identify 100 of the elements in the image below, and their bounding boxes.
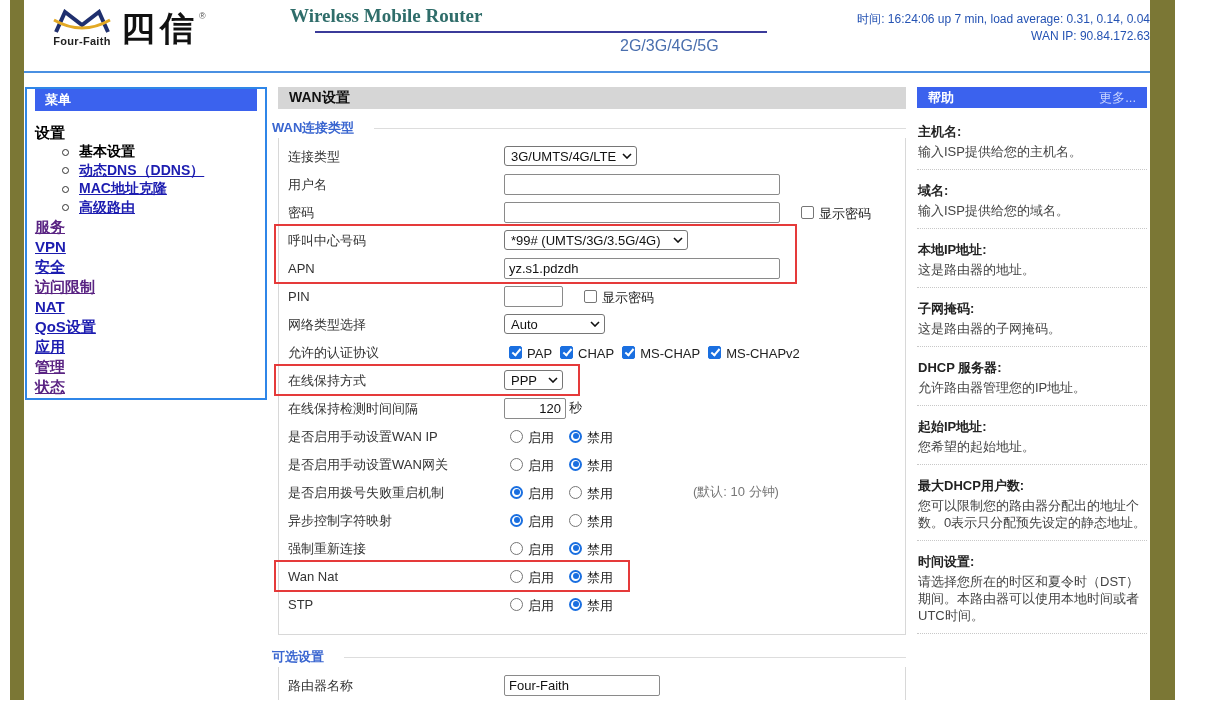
submenu-link[interactable]: 高级路由: [79, 198, 135, 217]
menu-link[interactable]: 管理: [35, 358, 65, 375]
more-link[interactable]: 更多...: [1099, 88, 1136, 107]
radio-button[interactable]: [510, 597, 523, 611]
radio-label[interactable]: 启用: [528, 484, 554, 503]
help-text: 这是路由器的子网掩码。: [918, 320, 1062, 337]
checkbox[interactable]: [708, 345, 722, 359]
group-legend: 可选设置: [272, 648, 324, 666]
menu-link[interactable]: QoS设置: [35, 318, 96, 335]
radio-button[interactable]: [510, 457, 523, 471]
field-label: 用户名: [288, 176, 327, 192]
help-term: 时间设置:: [918, 553, 975, 571]
radio-button[interactable]: [510, 541, 523, 555]
radio-label[interactable]: 禁用: [587, 540, 613, 559]
text-field[interactable]: [504, 201, 780, 223]
checkbox-label[interactable]: CHAP: [578, 346, 615, 361]
radio-button[interactable]: [569, 457, 582, 471]
field-label: 允许的认证协议: [288, 344, 379, 360]
text-field[interactable]: yz.s1.pdzdh: [504, 257, 780, 279]
radio-label[interactable]: 禁用: [587, 428, 613, 447]
radio-label[interactable]: 启用: [528, 540, 554, 559]
menu-link[interactable]: 访问限制: [35, 278, 95, 295]
help-text: 输入ISP提供给您的主机名。: [918, 143, 1083, 160]
radio-label[interactable]: 启用: [528, 512, 554, 531]
field-label: 网络类型选择: [288, 316, 366, 332]
menu-link[interactable]: 服务: [35, 218, 65, 235]
radio-button[interactable]: [510, 429, 523, 443]
logo-text: 四信: [121, 9, 199, 47]
checkbox[interactable]: [584, 289, 597, 303]
unit-label: 秒: [569, 399, 582, 417]
menu-link[interactable]: 应用: [35, 338, 65, 355]
dropdown[interactable]: *99# (UMTS/3G/3.5G/4G): [504, 230, 688, 250]
text-field[interactable]: Four-Faith: [504, 674, 660, 696]
checkbox-label[interactable]: MS-CHAP: [640, 346, 701, 361]
field-label: 在线保持方式: [288, 372, 366, 388]
dropdown[interactable]: PPP: [504, 370, 563, 390]
checkbox-label[interactable]: MS-CHAPv2: [726, 346, 800, 361]
menu-link[interactable]: 状态: [35, 378, 65, 395]
menu-link[interactable]: 安全: [35, 258, 65, 275]
checkbox-label[interactable]: 显示密码: [602, 288, 654, 307]
radio-button[interactable]: [569, 429, 582, 443]
field-label: 是否启用手动设置WAN网关: [288, 456, 448, 472]
chevron-down-icon: [590, 321, 600, 327]
field-label: 在线保持检测时间间隔: [288, 400, 418, 416]
radio-label[interactable]: 启用: [528, 456, 554, 475]
help-term: 起始IP地址:: [918, 418, 987, 436]
text-field[interactable]: [504, 285, 563, 307]
checkbox[interactable]: [560, 345, 574, 359]
brand-name: Four-Faith: [53, 35, 111, 47]
number-field[interactable]: 120: [504, 397, 566, 419]
radio-label[interactable]: 禁用: [587, 512, 613, 531]
radio-button[interactable]: [569, 485, 582, 499]
menu-link[interactable]: NAT: [35, 298, 65, 315]
radio-button[interactable]: [510, 485, 523, 499]
dropdown[interactable]: Auto: [504, 314, 605, 334]
menu-heading: 设置: [35, 124, 65, 141]
help-term: 本地IP地址:: [918, 241, 987, 259]
dropdown[interactable]: 3G/UMTS/4G/LTE: [504, 146, 638, 166]
field-label: 密码: [288, 204, 314, 220]
submenu-link[interactable]: 动态DNS（DDNS）: [79, 161, 205, 180]
product-title: Wireless Mobile Router: [290, 5, 483, 27]
field-label: PIN: [288, 289, 310, 304]
radio-button[interactable]: [510, 513, 523, 527]
help-term: 域名:: [918, 182, 949, 200]
help-text: 输入ISP提供给您的域名。: [918, 202, 1070, 219]
submenu-link[interactable]: 基本设置: [79, 143, 135, 162]
field-label: 是否启用手动设置WAN IP: [288, 428, 438, 444]
help-text: 您可以限制您的路由器分配出的地址个数。0表示只分配预先设定的静态地址。: [918, 497, 1147, 531]
field-label: STP: [288, 597, 314, 612]
help-text: 这是路由器的地址。: [918, 261, 1036, 278]
checkbox[interactable]: [801, 205, 814, 219]
radio-button[interactable]: [569, 569, 582, 583]
radio-button[interactable]: [510, 569, 523, 583]
field-label: 呼叫中心号码: [288, 232, 366, 248]
field-label: 是否启用拨号失败重启机制: [288, 484, 444, 500]
submenu-link[interactable]: MAC地址克隆: [79, 180, 167, 199]
hint-text: (默认: 10 分钟): [693, 483, 779, 501]
radio-button[interactable]: [569, 513, 582, 527]
help-text: 允许路由器管理您的IP地址。: [918, 379, 1088, 396]
radio-label[interactable]: 启用: [528, 568, 554, 587]
menu-link[interactable]: VPN: [35, 238, 66, 255]
registered-mark: ®: [199, 11, 206, 21]
radio-label[interactable]: 禁用: [587, 484, 613, 503]
radio-label[interactable]: 启用: [528, 596, 554, 615]
radio-label[interactable]: 启用: [528, 428, 554, 447]
field-label: Wan Nat: [288, 569, 339, 584]
radio-button[interactable]: [569, 597, 582, 611]
checkbox-label[interactable]: PAP: [527, 346, 553, 361]
radio-label[interactable]: 禁用: [587, 596, 613, 615]
radio-label[interactable]: 禁用: [587, 568, 613, 587]
checkbox-label[interactable]: 显示密码: [819, 204, 871, 223]
checkbox[interactable]: [622, 345, 636, 359]
radio-button[interactable]: [569, 541, 582, 555]
help-term: 最大DHCP用户数:: [918, 477, 1025, 495]
field-label: 连接类型: [288, 148, 340, 164]
radio-label[interactable]: 禁用: [587, 456, 613, 475]
text-field[interactable]: [504, 173, 780, 195]
help-text: 您希望的起始地址。: [918, 438, 1036, 455]
field-label: APN: [288, 261, 315, 276]
checkbox[interactable]: [509, 345, 522, 359]
